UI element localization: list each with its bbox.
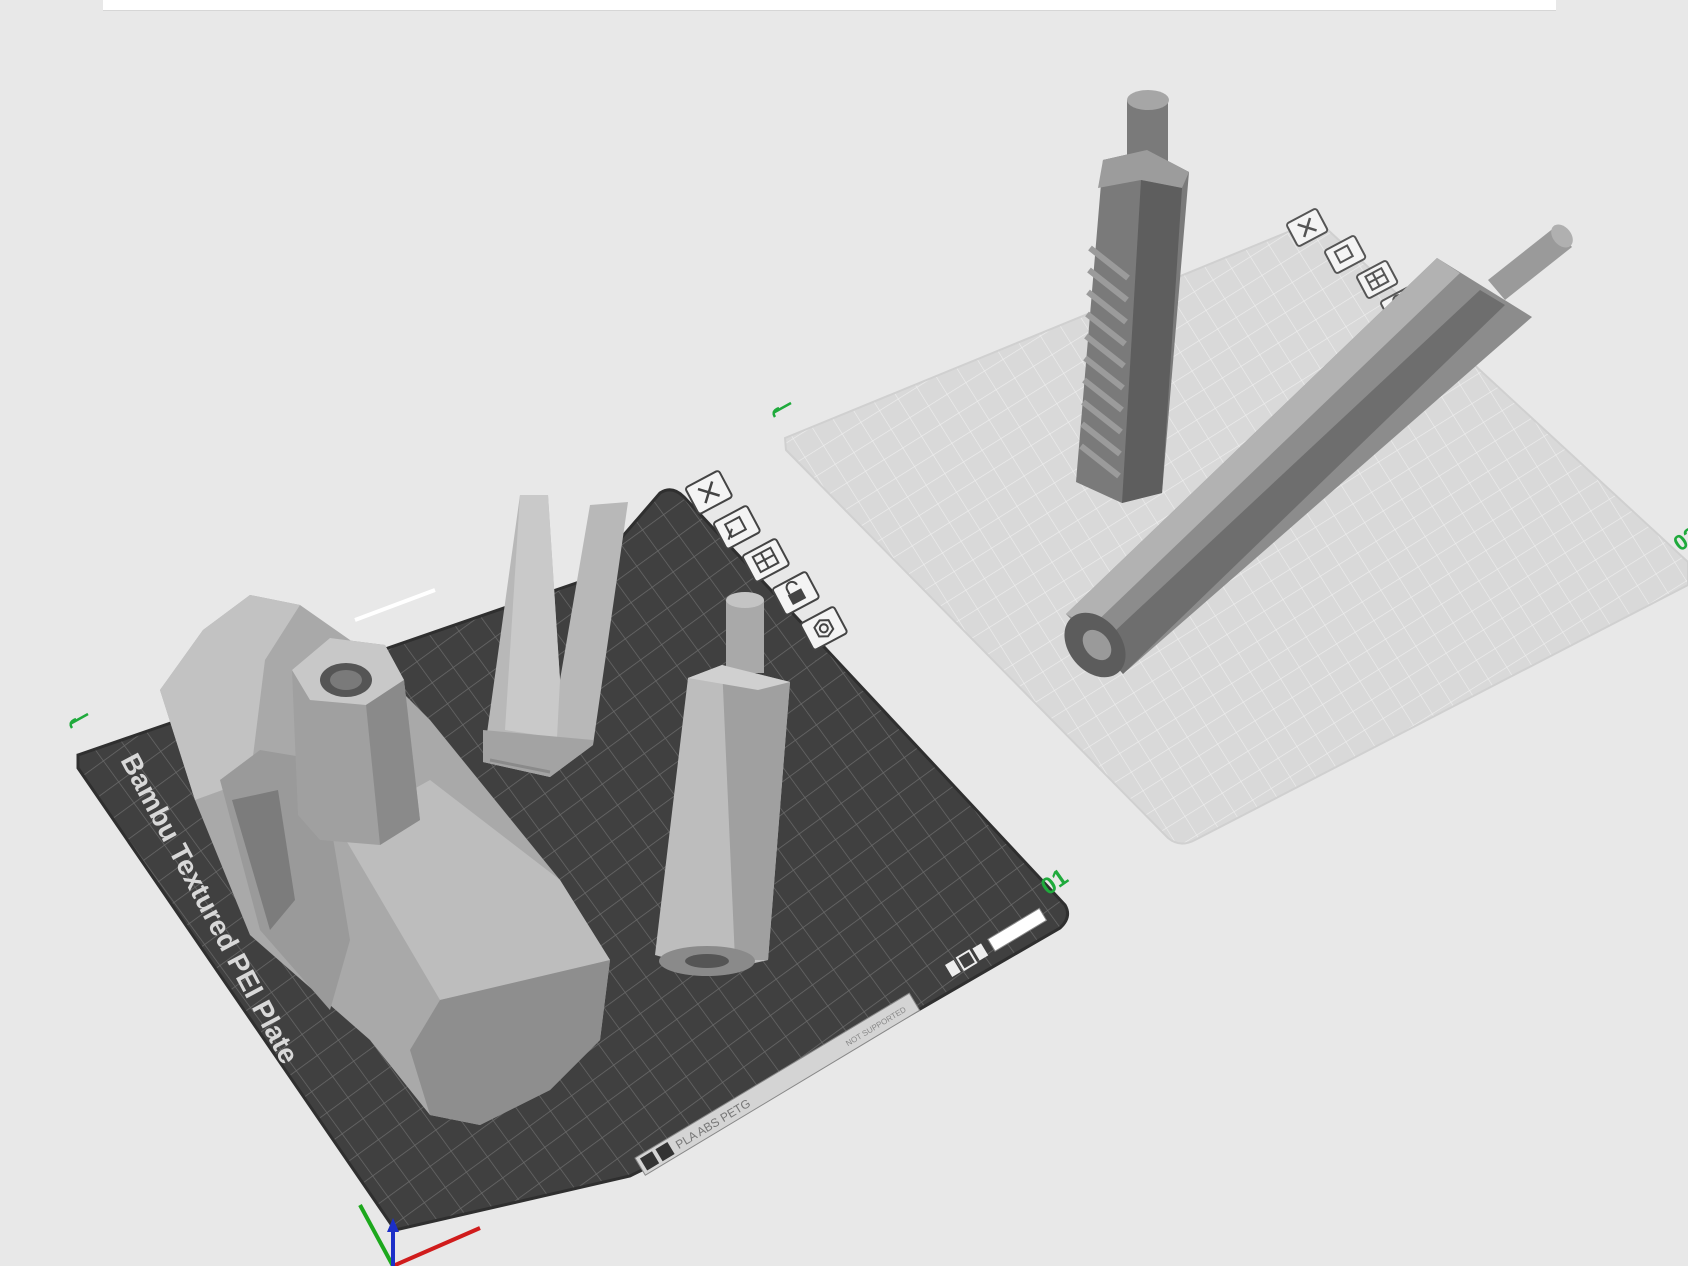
plate-1-edit-icon[interactable]: [69, 712, 89, 729]
3d-viewport[interactable]: 02 Bambu Textured PEI Plate 01 PLA ABS P…: [0, 0, 1688, 1266]
plate-2-edit-icon[interactable]: [772, 401, 792, 418]
